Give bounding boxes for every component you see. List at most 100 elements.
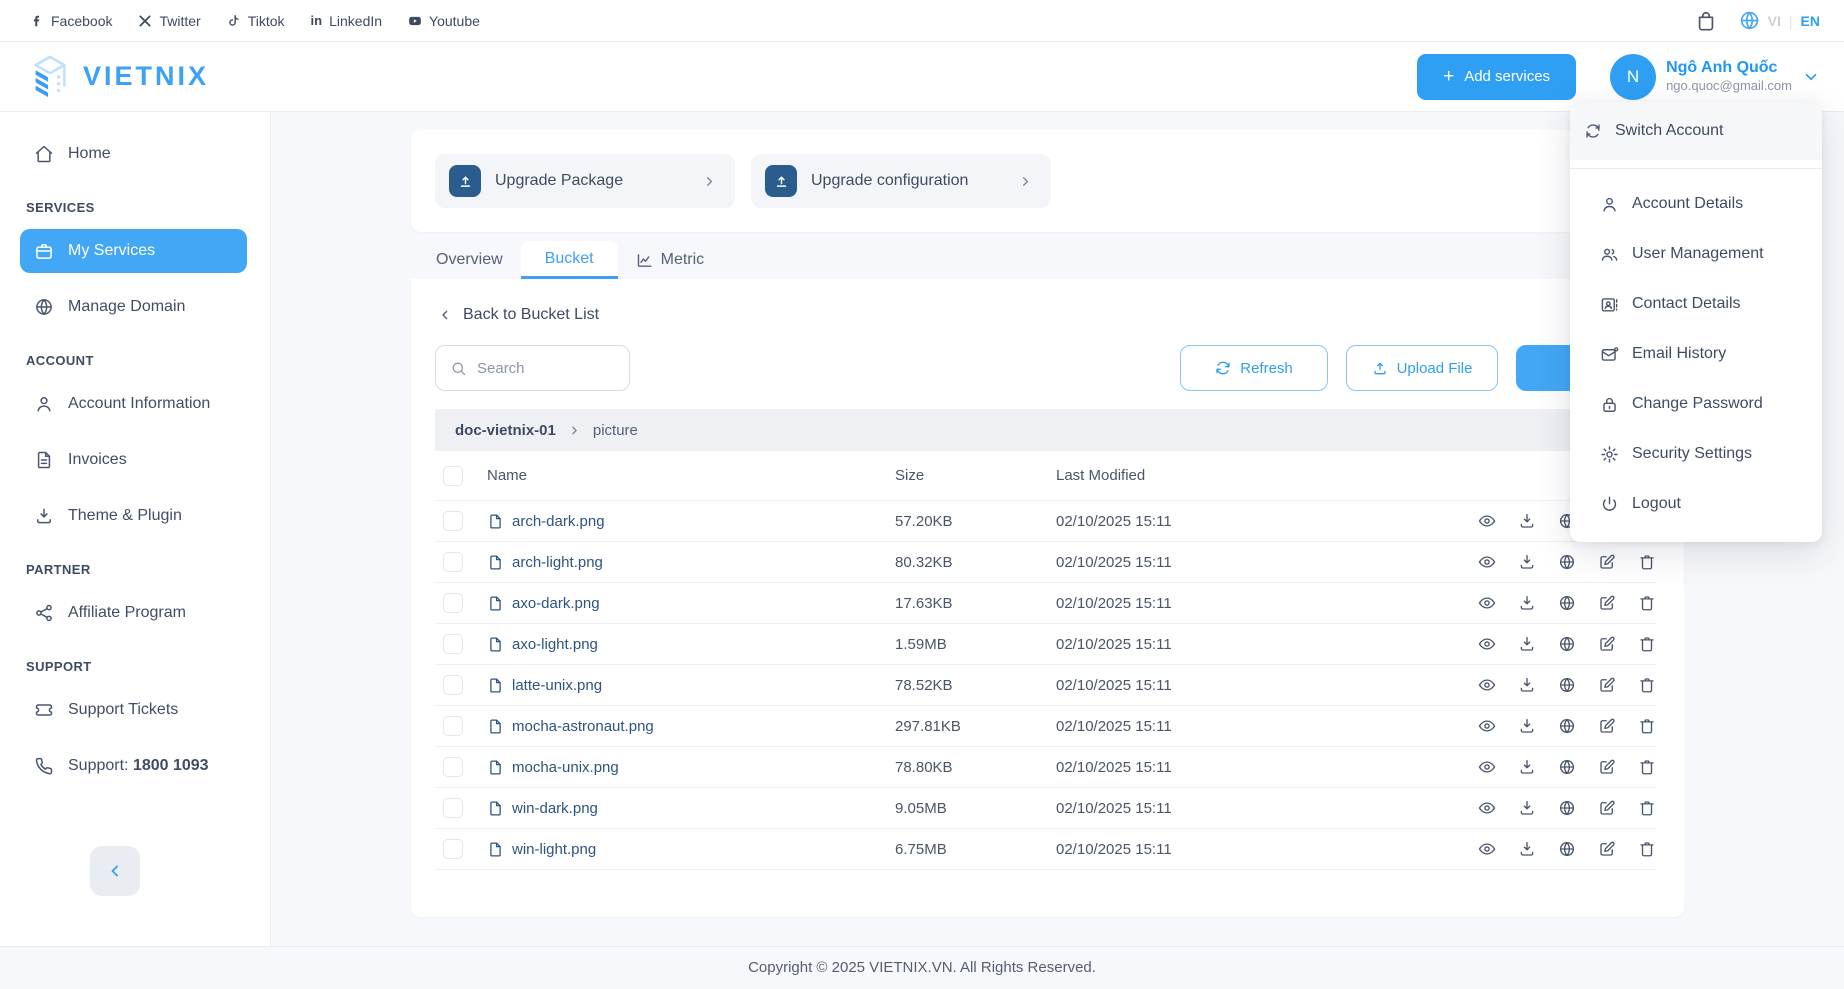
delete-icon[interactable] — [1638, 676, 1656, 694]
file-name-link[interactable]: axo-dark.png — [512, 595, 600, 612]
edit-icon[interactable] — [1598, 717, 1616, 735]
file-name-link[interactable]: win-light.png — [512, 841, 596, 858]
download-icon[interactable] — [1518, 676, 1536, 694]
file-name-link[interactable]: win-dark.png — [512, 800, 598, 817]
file-name-link[interactable]: mocha-astronaut.png — [512, 718, 654, 735]
view-icon[interactable] — [1478, 635, 1496, 653]
public-url-icon[interactable] — [1558, 758, 1576, 776]
linkedin-link[interactable]: in LinkedIn — [311, 13, 383, 29]
edit-icon[interactable] — [1598, 635, 1616, 653]
public-url-icon[interactable] — [1558, 553, 1576, 571]
tab-metric[interactable]: Metric — [618, 241, 723, 279]
delete-icon[interactable] — [1638, 840, 1656, 858]
facebook-link[interactable]: Facebook — [30, 13, 112, 29]
row-checkbox[interactable] — [443, 593, 463, 613]
public-url-icon[interactable] — [1558, 594, 1576, 612]
delete-icon[interactable] — [1638, 799, 1656, 817]
edit-icon[interactable] — [1598, 676, 1616, 694]
sidebar-item-home[interactable]: Home — [20, 132, 247, 176]
view-icon[interactable] — [1478, 512, 1496, 530]
refresh-button[interactable]: Refresh — [1180, 345, 1328, 391]
search-input[interactable] — [477, 360, 615, 377]
delete-icon[interactable] — [1638, 594, 1656, 612]
download-icon[interactable] — [1518, 553, 1536, 571]
lang-en[interactable]: EN — [1801, 13, 1820, 29]
add-services-button[interactable]: + Add services — [1417, 54, 1576, 100]
row-checkbox[interactable] — [443, 716, 463, 736]
public-url-icon[interactable] — [1558, 635, 1576, 653]
sidebar-item-theme-plugin[interactable]: Theme & Plugin — [20, 494, 247, 538]
row-checkbox[interactable] — [443, 839, 463, 859]
view-icon[interactable] — [1478, 840, 1496, 858]
youtube-link[interactable]: Youtube — [408, 13, 480, 29]
row-checkbox[interactable] — [443, 511, 463, 531]
edit-icon[interactable] — [1598, 594, 1616, 612]
lang-vi[interactable]: VI — [1768, 13, 1781, 29]
upgrade-configuration-button[interactable]: Upgrade configuration — [751, 154, 1051, 208]
delete-icon[interactable] — [1638, 717, 1656, 735]
row-checkbox[interactable] — [443, 634, 463, 654]
download-icon[interactable] — [1518, 512, 1536, 530]
shopping-bag-icon[interactable] — [1695, 10, 1717, 32]
row-checkbox[interactable] — [443, 798, 463, 818]
view-icon[interactable] — [1478, 553, 1496, 571]
menu-item-change-password[interactable]: Change Password — [1570, 379, 1822, 429]
view-icon[interactable] — [1478, 676, 1496, 694]
public-url-icon[interactable] — [1558, 799, 1576, 817]
user-menu-trigger[interactable]: N Ngô Anh Quốc ngo.quoc@gmail.com — [1610, 54, 1820, 100]
vietnix-logo[interactable]: VIETNIX — [27, 54, 209, 100]
public-url-icon[interactable] — [1558, 676, 1576, 694]
breadcrumb-bucket[interactable]: doc-vietnix-01 — [455, 422, 556, 439]
select-all-checkbox[interactable] — [443, 466, 463, 486]
edit-icon[interactable] — [1598, 840, 1616, 858]
edit-icon[interactable] — [1598, 799, 1616, 817]
row-checkbox[interactable] — [443, 552, 463, 572]
file-name-link[interactable]: arch-light.png — [512, 554, 603, 571]
download-icon[interactable] — [1518, 594, 1536, 612]
file-name-link[interactable]: latte-unix.png — [512, 677, 602, 694]
back-to-bucket-list-link[interactable]: Back to Bucket List — [435, 279, 1656, 331]
file-name-link[interactable]: mocha-unix.png — [512, 759, 619, 776]
tab-bucket[interactable]: Bucket — [521, 241, 618, 279]
tab-overview[interactable]: Overview — [418, 241, 521, 279]
row-checkbox[interactable] — [443, 757, 463, 777]
delete-icon[interactable] — [1638, 635, 1656, 653]
download-icon[interactable] — [1518, 758, 1536, 776]
sidebar-item-support-phone[interactable]: Support: 1800 1093 — [20, 744, 247, 788]
view-icon[interactable] — [1478, 594, 1496, 612]
public-url-icon[interactable] — [1558, 717, 1576, 735]
row-checkbox[interactable] — [443, 675, 463, 695]
sidebar-item-support-tickets[interactable]: Support Tickets — [20, 688, 247, 732]
sidebar-item-invoices[interactable]: Invoices — [20, 438, 247, 482]
menu-item-logout[interactable]: Logout — [1570, 479, 1822, 529]
sidebar-item-manage-domain[interactable]: Manage Domain — [20, 285, 247, 329]
download-icon[interactable] — [1518, 799, 1536, 817]
download-icon[interactable] — [1518, 840, 1536, 858]
edit-icon[interactable] — [1598, 553, 1616, 571]
menu-item-contact-details[interactable]: Contact Details — [1570, 279, 1822, 329]
file-name-link[interactable]: axo-light.png — [512, 636, 598, 653]
download-icon[interactable] — [1518, 635, 1536, 653]
upload-file-button[interactable]: Upload File — [1346, 345, 1498, 391]
view-icon[interactable] — [1478, 717, 1496, 735]
twitter-link[interactable]: Twitter — [138, 13, 200, 29]
menu-item-switch-account[interactable]: Switch Account — [1570, 102, 1822, 160]
upgrade-package-button[interactable]: Upgrade Package — [435, 154, 735, 208]
tiktok-link[interactable]: Tiktok — [227, 13, 285, 29]
download-icon[interactable] — [1518, 717, 1536, 735]
sidebar-collapse-button[interactable] — [90, 846, 140, 896]
sidebar-item-my-services[interactable]: My Services — [20, 229, 247, 273]
menu-item-account-details[interactable]: Account Details — [1570, 179, 1822, 229]
sidebar-item-affiliate-program[interactable]: Affiliate Program — [20, 591, 247, 635]
menu-item-email-history[interactable]: Email History — [1570, 329, 1822, 379]
delete-icon[interactable] — [1638, 758, 1656, 776]
edit-icon[interactable] — [1598, 758, 1616, 776]
menu-item-user-management[interactable]: User Management — [1570, 229, 1822, 279]
view-icon[interactable] — [1478, 799, 1496, 817]
sidebar-item-account-information[interactable]: Account Information — [20, 382, 247, 426]
public-url-icon[interactable] — [1558, 840, 1576, 858]
delete-icon[interactable] — [1638, 553, 1656, 571]
view-icon[interactable] — [1478, 758, 1496, 776]
file-name-link[interactable]: arch-dark.png — [512, 513, 605, 530]
menu-item-security-settings[interactable]: Security Settings — [1570, 429, 1822, 479]
